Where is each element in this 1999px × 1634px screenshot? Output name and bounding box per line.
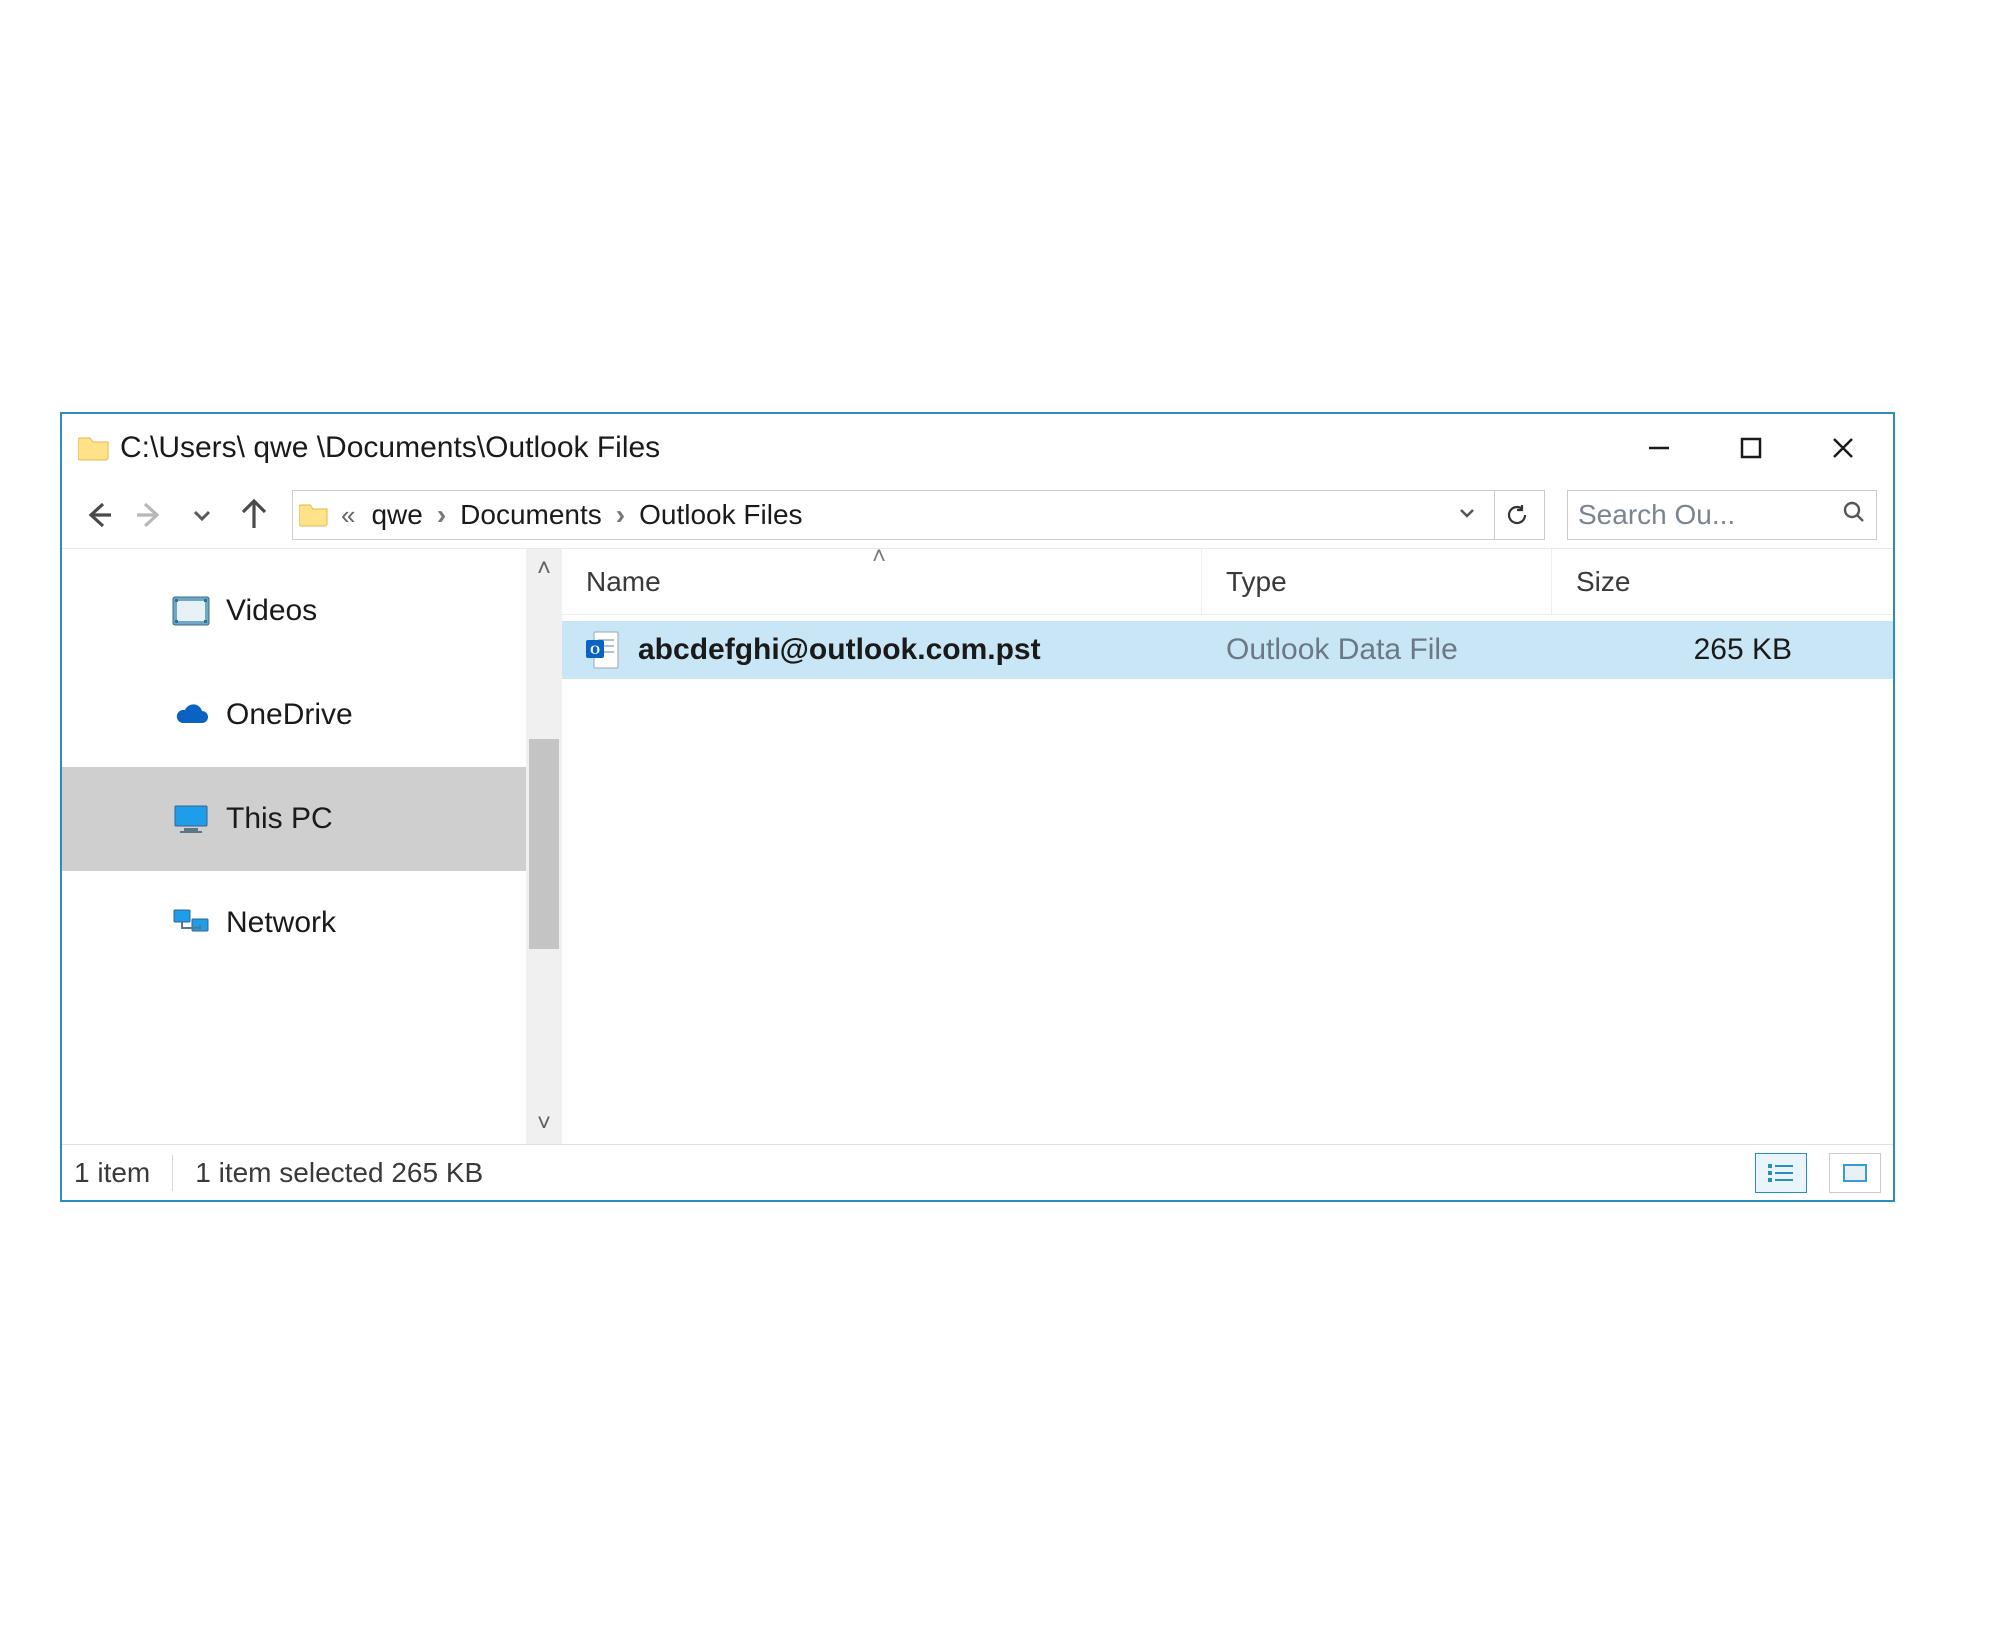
this-pc-icon (172, 803, 210, 835)
column-header-type[interactable]: Type (1202, 549, 1552, 614)
refresh-button[interactable] (1494, 491, 1538, 539)
close-button[interactable] (1801, 420, 1885, 476)
sidebar-scrollbar[interactable]: ˄ ˅ (526, 549, 562, 1144)
column-header-size[interactable]: Size (1552, 549, 1812, 614)
status-selection: 1 item selected 265 KB (195, 1157, 483, 1189)
videos-icon (172, 595, 210, 627)
folder-icon (299, 502, 329, 528)
scrollbar-thumb[interactable] (529, 739, 559, 949)
recent-locations-button[interactable] (182, 495, 222, 535)
chevron-right-icon: › (435, 499, 448, 531)
minimize-button[interactable] (1617, 420, 1701, 476)
file-type: Outlook Data File (1226, 633, 1458, 667)
titlebar: C:\Users\ qwe \Documents\Outlook Files (62, 414, 1893, 482)
sidebar-item-label: OneDrive (226, 698, 353, 732)
svg-text:O: O (590, 642, 600, 657)
folder-icon (78, 434, 110, 462)
sidebar-item-label: Videos (226, 594, 317, 628)
file-explorer-window: C:\Users\ qwe \Documents\Outlook Files (60, 412, 1895, 1202)
outlook-pst-icon: O (586, 630, 620, 670)
up-button[interactable] (234, 495, 274, 535)
address-bar[interactable]: « qwe › Documents › Outlook Files (292, 490, 1545, 540)
file-name: abcdefghi@outlook.com.pst (638, 633, 1041, 667)
scroll-up-icon[interactable]: ˄ (537, 555, 551, 583)
sidebar-item-label: This PC (226, 802, 333, 836)
sidebar-item-videos[interactable]: Videos (62, 559, 562, 663)
sidebar-item-onedrive[interactable]: OneDrive (62, 663, 562, 767)
column-header-label: Name (586, 566, 661, 598)
search-icon (1842, 499, 1866, 531)
navigation-bar: « qwe › Documents › Outlook Files Search… (62, 482, 1893, 548)
breadcrumb-item[interactable]: Outlook Files (635, 499, 806, 531)
explorer-body: Videos OneDrive This PC Network (62, 548, 1893, 1144)
file-size: 265 KB (1694, 633, 1792, 667)
thumbnails-view-button[interactable] (1829, 1153, 1881, 1193)
sidebar-item-network[interactable]: Network (62, 871, 562, 975)
breadcrumb-item[interactable]: qwe (367, 499, 426, 531)
sidebar-item-this-pc[interactable]: This PC (62, 767, 562, 871)
forward-button[interactable] (130, 495, 170, 535)
navigation-pane: Videos OneDrive This PC Network (62, 549, 562, 1144)
status-item-count: 1 item (74, 1157, 150, 1189)
search-input[interactable]: Search Ou... (1567, 490, 1877, 540)
file-list: ˄ Name Type Size (562, 549, 1893, 1144)
chevron-right-icon: › (614, 499, 627, 531)
column-header-label: Type (1226, 566, 1287, 598)
search-placeholder: Search Ou... (1578, 499, 1834, 531)
column-headers: ˄ Name Type Size (562, 549, 1893, 615)
scroll-down-icon[interactable]: ˅ (537, 1110, 551, 1138)
file-row[interactable]: O abcdefghi@outlook.com.pst Outlook Data… (562, 621, 1893, 679)
back-button[interactable] (78, 495, 118, 535)
column-header-label: Size (1576, 566, 1630, 598)
window-title: C:\Users\ qwe \Documents\Outlook Files (120, 431, 1607, 465)
address-dropdown-button[interactable] (1448, 502, 1486, 528)
details-view-button[interactable] (1755, 1153, 1807, 1193)
sidebar-item-label: Network (226, 906, 336, 940)
status-divider (172, 1155, 173, 1191)
maximize-button[interactable] (1709, 420, 1793, 476)
window-controls (1617, 420, 1885, 476)
sort-indicator-icon: ˄ (872, 543, 886, 571)
breadcrumb-overflow[interactable]: « (337, 500, 359, 531)
onedrive-icon (172, 699, 210, 731)
network-icon (172, 907, 210, 939)
breadcrumb-item[interactable]: Documents (456, 499, 606, 531)
status-bar: 1 item 1 item selected 265 KB (62, 1144, 1893, 1200)
